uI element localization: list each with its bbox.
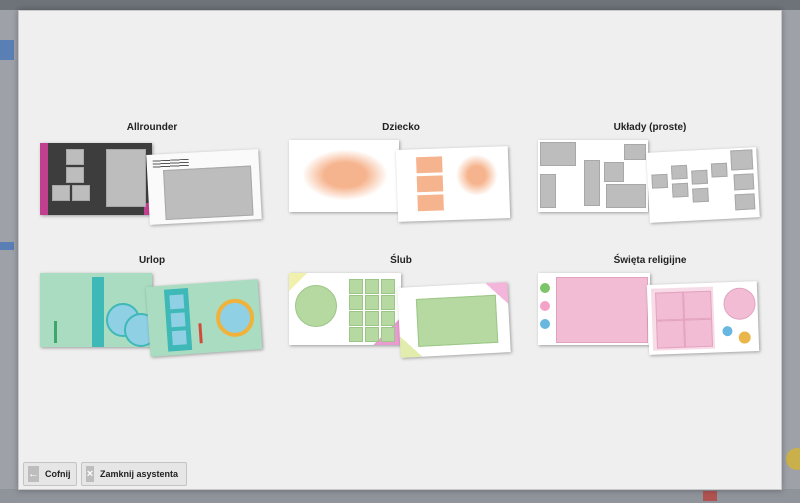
photo-placeholder bbox=[66, 167, 84, 183]
photo-placeholder bbox=[381, 279, 395, 294]
photo-placeholder bbox=[733, 173, 755, 191]
text-lines bbox=[152, 158, 189, 169]
album-preview-page bbox=[146, 149, 262, 225]
album-preview-spread bbox=[40, 143, 152, 215]
album-preview-page bbox=[145, 279, 263, 357]
arrow-left-icon: ← bbox=[28, 466, 39, 482]
album-preview-spread bbox=[289, 273, 401, 345]
category-title: Układy (proste) bbox=[613, 122, 687, 133]
photo-placeholder bbox=[349, 279, 363, 294]
accent-stripe bbox=[92, 277, 104, 347]
photo-placeholder bbox=[604, 162, 624, 182]
photo-placeholder bbox=[584, 160, 600, 206]
category-title: Dziecko bbox=[382, 122, 420, 133]
album-preview-spread bbox=[40, 273, 158, 347]
decoration bbox=[540, 319, 550, 329]
photo-placeholder bbox=[656, 319, 686, 349]
album-preview-page bbox=[646, 147, 760, 223]
photo-placeholder bbox=[454, 154, 500, 196]
album-preview-spread bbox=[538, 273, 650, 345]
background-blue-mark bbox=[0, 40, 14, 60]
photo-placeholder bbox=[66, 149, 84, 165]
photo-placeholder bbox=[416, 156, 443, 174]
photo-placeholder bbox=[214, 297, 256, 339]
background-toolbar bbox=[0, 0, 800, 10]
album-preview-page bbox=[646, 281, 760, 355]
photo-placeholder bbox=[415, 294, 499, 347]
category-dziecko[interactable]: Dziecko bbox=[285, 122, 517, 232]
wizard-dialog: Allrounder Dziecko Układy (proste) Urlop… bbox=[18, 10, 782, 490]
photo-placeholder bbox=[540, 174, 556, 208]
photo-placeholder bbox=[417, 194, 444, 212]
photo-placeholder bbox=[295, 285, 337, 327]
photo-placeholder bbox=[365, 311, 379, 326]
category-title: Święta religijne bbox=[613, 255, 687, 266]
photo-placeholder bbox=[540, 142, 576, 166]
photo-placeholder bbox=[381, 311, 395, 326]
background-blue-mark bbox=[0, 242, 14, 250]
background-right-panel bbox=[782, 10, 800, 503]
background-yellow-mark bbox=[786, 448, 800, 470]
category-swieta-religijne[interactable]: Święta religijne bbox=[534, 255, 766, 365]
decoration bbox=[540, 283, 550, 293]
photo-placeholder bbox=[684, 318, 714, 348]
category-title: Urlop bbox=[138, 255, 166, 266]
category-title: Allrounder bbox=[126, 122, 178, 133]
background-statusbar bbox=[0, 489, 800, 503]
photo-placeholder bbox=[606, 184, 646, 208]
accent-stripe bbox=[40, 143, 48, 215]
decoration bbox=[722, 325, 733, 337]
photo-placeholder bbox=[692, 187, 709, 203]
back-button[interactable]: ← Cofnij bbox=[23, 462, 77, 486]
category-title: Ślub bbox=[390, 255, 412, 266]
back-button-label: Cofnij bbox=[45, 469, 71, 479]
photo-placeholder bbox=[381, 327, 395, 342]
photo-placeholder bbox=[349, 327, 363, 342]
decoration bbox=[738, 331, 751, 344]
photo-placeholder bbox=[365, 295, 379, 310]
photo-placeholder bbox=[691, 169, 708, 185]
photo-placeholder bbox=[381, 295, 395, 310]
close-wizard-button[interactable]: × Zamknij asystenta bbox=[81, 462, 187, 486]
photo-placeholder bbox=[710, 162, 728, 178]
photo-placeholder bbox=[349, 295, 363, 310]
photo-placeholder bbox=[730, 149, 754, 171]
background-left-panel bbox=[0, 10, 18, 503]
photo-placeholder bbox=[651, 173, 669, 189]
category-slub[interactable]: Ślub bbox=[285, 255, 517, 365]
background-red-mark bbox=[703, 491, 717, 501]
decoration bbox=[540, 301, 550, 311]
category-allrounder[interactable]: Allrounder bbox=[36, 122, 268, 232]
photo-placeholder bbox=[171, 330, 187, 346]
album-preview-page bbox=[395, 146, 511, 222]
photo-placeholder bbox=[416, 175, 444, 193]
photo-placeholder bbox=[303, 150, 387, 200]
close-icon: × bbox=[86, 466, 94, 482]
photo-placeholder bbox=[72, 185, 90, 201]
photo-placeholder bbox=[722, 287, 757, 321]
photo-placeholder bbox=[52, 185, 70, 201]
category-uklady-proste[interactable]: Układy (proste) bbox=[534, 122, 766, 232]
photo-placeholder bbox=[734, 193, 756, 211]
photo-placeholder bbox=[106, 149, 146, 207]
photo-placeholder bbox=[671, 182, 689, 198]
photo-placeholder bbox=[670, 164, 688, 180]
photo-placeholder bbox=[624, 144, 646, 160]
photo-placeholder bbox=[365, 279, 379, 294]
photo-placeholder bbox=[683, 290, 713, 320]
album-preview-spread bbox=[538, 140, 648, 212]
photo-placeholder bbox=[163, 165, 254, 221]
decoration bbox=[54, 321, 67, 343]
photo-placeholder bbox=[556, 277, 648, 343]
photo-placeholder bbox=[365, 327, 379, 342]
album-preview-page bbox=[397, 282, 511, 358]
album-preview-spread bbox=[289, 140, 399, 212]
close-wizard-button-label: Zamknij asystenta bbox=[99, 469, 178, 479]
category-urlop[interactable]: Urlop bbox=[36, 255, 268, 365]
photo-placeholder bbox=[655, 291, 685, 321]
photo-placeholder bbox=[349, 311, 363, 326]
photo-placeholder bbox=[170, 312, 186, 328]
photo-placeholder bbox=[169, 294, 185, 310]
decoration bbox=[198, 322, 209, 344]
